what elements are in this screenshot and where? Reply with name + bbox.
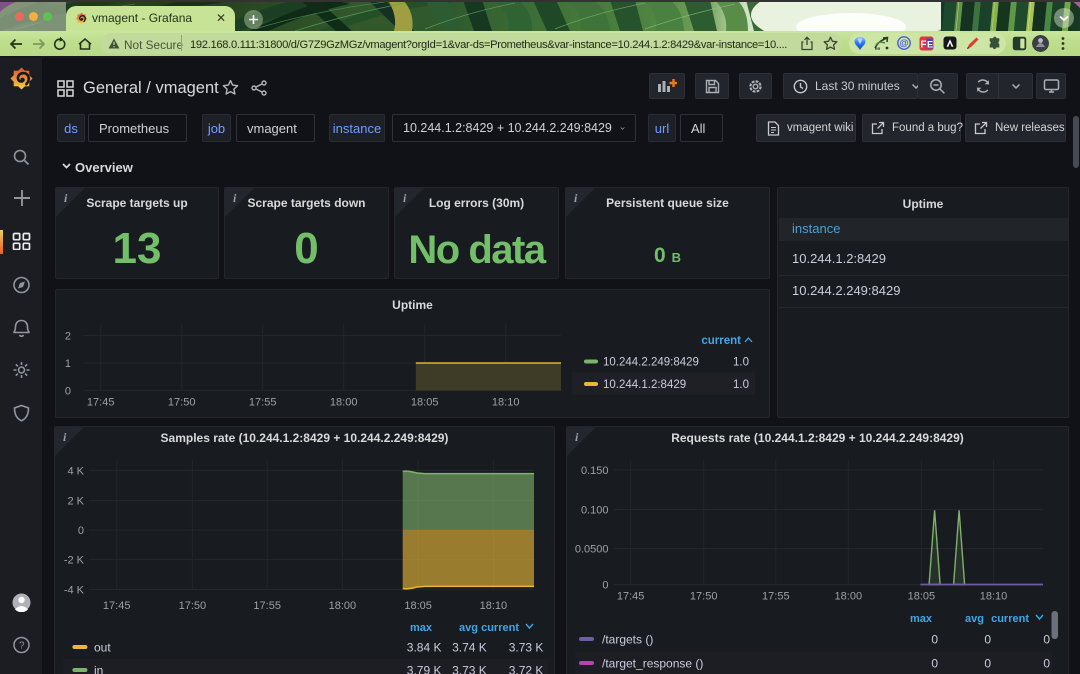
svg-text:0: 0: [78, 525, 84, 537]
svg-text:current: current: [701, 335, 741, 347]
svg-text:1: 1: [65, 358, 71, 370]
svg-text:avg: avg: [459, 622, 478, 634]
svg-text:3.73 K: 3.73 K: [452, 664, 487, 674]
svg-text:17:50: 17:50: [179, 600, 207, 612]
svg-text:0: 0: [602, 580, 608, 592]
svg-text:3.79 K: 3.79 K: [407, 664, 442, 674]
svg-text:18:10: 18:10: [492, 397, 520, 409]
svg-text:3.84 K: 3.84 K: [407, 641, 442, 655]
svg-text:/targets (): /targets (): [602, 633, 653, 647]
svg-text:0.150: 0.150: [581, 465, 609, 477]
svg-text:0: 0: [931, 633, 938, 647]
svg-text:18:05: 18:05: [404, 600, 432, 612]
svg-text:0.100: 0.100: [581, 505, 609, 517]
svg-text:-2 K: -2 K: [64, 555, 85, 567]
svg-text:18:10: 18:10: [980, 591, 1008, 603]
svg-text:1.0: 1.0: [733, 379, 749, 391]
svg-text:17:45: 17:45: [103, 600, 131, 612]
svg-text:17:55: 17:55: [762, 591, 790, 603]
svg-text:current: current: [481, 622, 519, 634]
svg-text:en: en: [875, 46, 881, 51]
svg-text:0: 0: [1043, 657, 1050, 671]
svg-text:18:00: 18:00: [330, 397, 358, 409]
svg-text:4 K: 4 K: [67, 466, 84, 478]
svg-text:18:00: 18:00: [329, 600, 357, 612]
svg-text:0: 0: [65, 386, 71, 398]
svg-text:0: 0: [931, 657, 938, 671]
svg-text:17:45: 17:45: [87, 397, 115, 409]
svg-text:10.244.2.249:8429: 10.244.2.249:8429: [603, 357, 699, 369]
svg-text:18:00: 18:00: [835, 591, 863, 603]
svg-text:in: in: [94, 664, 103, 674]
svg-text:18:05: 18:05: [411, 397, 439, 409]
svg-text:max: max: [410, 622, 433, 634]
svg-text:0.0500: 0.0500: [575, 544, 609, 556]
svg-text:10.244.1.2:8429: 10.244.1.2:8429: [603, 379, 686, 391]
svg-text:3.72 K: 3.72 K: [509, 664, 544, 674]
svg-text:/target_response (): /target_response (): [602, 657, 703, 671]
svg-text:17:50: 17:50: [690, 591, 718, 603]
svg-text:17:50: 17:50: [168, 397, 196, 409]
svg-text:2 K: 2 K: [67, 496, 84, 508]
svg-text:3.74 K: 3.74 K: [452, 641, 487, 655]
svg-text:17:55: 17:55: [249, 397, 277, 409]
svg-text:avg: avg: [965, 613, 984, 625]
svg-text:?: ?: [19, 641, 25, 652]
svg-text:1.0: 1.0: [733, 357, 749, 369]
svg-text:18:05: 18:05: [908, 591, 936, 603]
svg-text:@: @: [899, 38, 908, 49]
svg-text:F: F: [920, 40, 926, 51]
svg-text:current: current: [991, 613, 1029, 625]
svg-text:17:55: 17:55: [253, 600, 281, 612]
svg-text:out: out: [94, 641, 111, 655]
svg-text:0: 0: [984, 633, 991, 647]
svg-text:0: 0: [1043, 633, 1050, 647]
svg-text:0: 0: [984, 657, 991, 671]
svg-text:E: E: [927, 40, 933, 50]
svg-text:3.73 K: 3.73 K: [509, 641, 544, 655]
svg-text:2: 2: [65, 331, 71, 343]
svg-text:max: max: [910, 613, 933, 625]
svg-text:17:45: 17:45: [617, 591, 645, 603]
svg-text:-4 K: -4 K: [64, 585, 85, 597]
svg-text:18:10: 18:10: [480, 600, 508, 612]
